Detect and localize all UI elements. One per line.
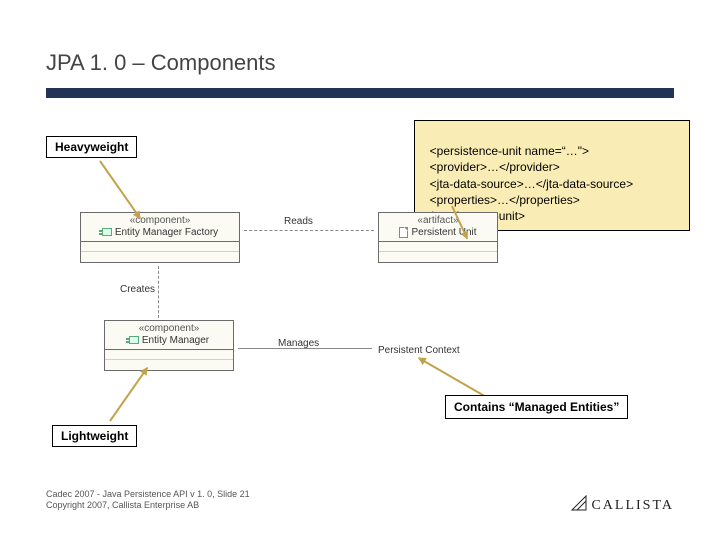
rel-creates: Creates xyxy=(120,284,155,295)
rel-reads: Reads xyxy=(284,216,313,227)
logo-text: CALLISTA xyxy=(591,498,674,513)
callout-lightweight: Lightweight xyxy=(52,425,137,447)
arrow xyxy=(109,367,148,421)
callout-managed-entities: Contains “Managed Entities” xyxy=(445,395,628,419)
uml-entity-manager: «component» Entity Manager xyxy=(104,320,234,371)
xml-line: <jta-data-source>…</jta-data-source> xyxy=(423,177,633,191)
arrow xyxy=(418,357,488,399)
xml-line: <provider>…</provider> xyxy=(423,160,560,174)
uml-name: Entity Manager Factory xyxy=(115,227,218,238)
connector xyxy=(244,230,374,231)
callout-heavyweight: Heavyweight xyxy=(46,136,137,158)
footer-line: Cadec 2007 - Java Persistence API v 1. 0… xyxy=(46,489,250,499)
page-title: JPA 1. 0 – Components xyxy=(46,50,276,76)
uml-stereotype: «component» xyxy=(85,215,235,227)
uml-stereotype: «artifact» xyxy=(383,215,493,227)
uml-name: Entity Manager xyxy=(142,335,209,346)
slide-footer: Cadec 2007 - Java Persistence API v 1. 0… xyxy=(46,489,250,512)
connector xyxy=(158,266,159,318)
title-rule xyxy=(46,88,674,98)
logo-icon xyxy=(571,495,587,511)
arrow xyxy=(99,160,141,218)
artifact-icon xyxy=(399,227,408,238)
component-icon xyxy=(129,336,139,344)
uml-entity-manager-factory: «component» Entity Manager Factory xyxy=(80,212,240,263)
component-icon xyxy=(102,228,112,236)
connector xyxy=(238,348,372,349)
uml-stereotype: «component» xyxy=(109,323,229,335)
callista-logo: CALLISTA xyxy=(571,495,674,514)
uml-persistent-unit: «artifact» Persistent Unit xyxy=(378,212,498,263)
xml-line: <properties>…</properties> xyxy=(423,193,580,207)
footer-line: Copyright 2007, Callista Enterprise AB xyxy=(46,500,199,510)
xml-line: <persistence-unit name=“…"> xyxy=(430,144,589,158)
